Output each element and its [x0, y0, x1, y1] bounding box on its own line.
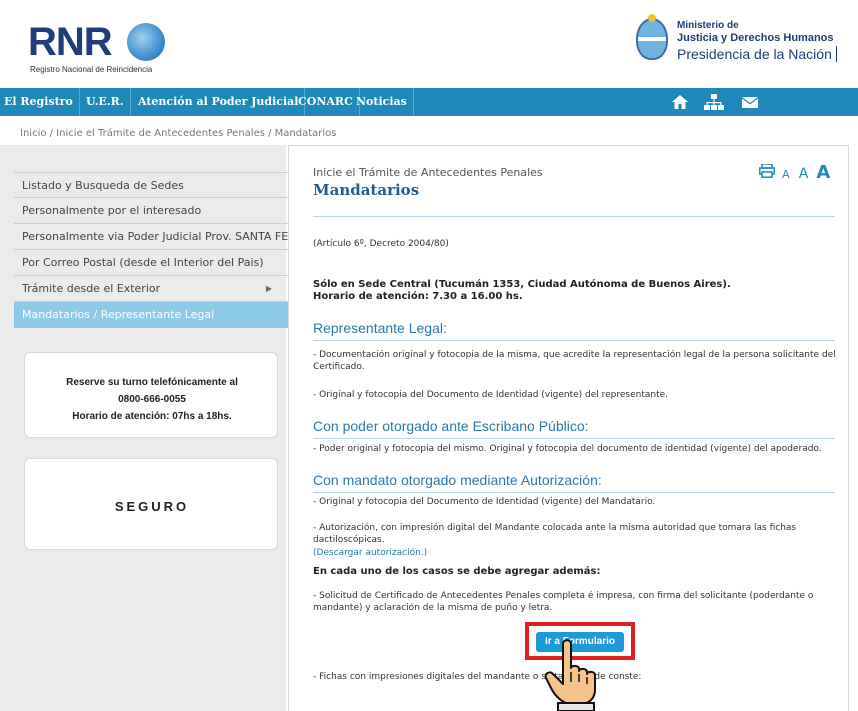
- divider: [313, 216, 835, 217]
- divider: [313, 340, 835, 341]
- mail-icon[interactable]: [741, 93, 759, 111]
- sitemap-icon[interactable]: [704, 93, 724, 111]
- fingerprint-icon: [127, 23, 165, 61]
- content-panel: Inicie el Trámite de Antecedentes Penale…: [288, 145, 849, 711]
- ministry-line2: Justicia y Derechos Humanos: [677, 32, 834, 44]
- ministry-logo[interactable]: Ministerio de Justicia y Derechos Humano…: [636, 14, 850, 76]
- phone-number[interactable]: 0800-666-0055: [25, 394, 279, 405]
- phone-line1: Reserve su turno telefónicamente al: [66, 377, 238, 388]
- sidebar-item-exterior[interactable]: Trámite desde el Exterior ▶: [14, 276, 288, 302]
- chevron-right-icon: ▶: [265, 284, 272, 293]
- font-medium-button[interactable]: A: [799, 166, 809, 182]
- request-paragraph: - Solicitud de Certificado de Antecedent…: [313, 591, 814, 613]
- logo-subtitle: Registro Nacional de Reincidencia: [30, 65, 153, 74]
- home-icon[interactable]: [671, 93, 689, 111]
- font-large-button[interactable]: A: [816, 162, 830, 183]
- sidebar-item-santa-fe[interactable]: Personalmente via Poder Judicial Prov. S…: [14, 224, 288, 250]
- article-text: (Artículo 6º, Decreto 2004/80): [313, 239, 449, 249]
- download-authorization-link[interactable]: (Descargar autorización.): [313, 547, 848, 559]
- sec2-paragraph1: - Poder original y fotocopia del mismo. …: [313, 444, 822, 454]
- section-title-poder: Con poder otorgado ante Escribano Públic…: [313, 418, 589, 434]
- site-header: RNR Registro Nacional de Reincidencia Mi…: [0, 0, 858, 88]
- sidebar-item-mandatarios[interactable]: Mandatarios / Representante Legal: [14, 302, 288, 328]
- main-content: Inicie el Trámite de Antecedentes Penale…: [288, 145, 858, 711]
- phone-hours: Horario de atención: 07hs a 18hs.: [72, 411, 232, 422]
- page-subtitle: Inicie el Trámite de Antecedentes Penale…: [313, 166, 543, 179]
- nav-el-registro[interactable]: El Registro: [0, 88, 80, 116]
- sec3-paragraph1: - Original y fotocopia del Documento de …: [313, 497, 656, 507]
- nav-uer[interactable]: U.E.R.: [80, 88, 131, 116]
- sidebar-item-personalmente[interactable]: Personalmente por el interesado: [14, 198, 288, 224]
- logo-text: RNR: [28, 20, 113, 64]
- ministry-text: Ministerio de Justicia y Derechos Humano…: [677, 20, 837, 62]
- section-title-mandato: Con mandato otorgado mediante Autorizaci…: [313, 472, 602, 488]
- rnr-logo[interactable]: RNR Registro Nacional de Reincidencia: [28, 20, 188, 80]
- ministry-line1: Ministerio de: [677, 20, 739, 31]
- hand-pointer-icon: [541, 638, 611, 711]
- ministry-line3: Presidencia de la Nación: [677, 46, 837, 62]
- all-cases-heading: En cada uno de los casos se debe agregar…: [313, 566, 601, 577]
- phone-appointment-box: Reserve su turno telefónicamente al 0800…: [24, 352, 278, 438]
- sidebar-item-correo-postal[interactable]: Por Correo Postal (desde el Interior del…: [14, 250, 288, 276]
- print-icon[interactable]: [759, 163, 775, 182]
- divider: [313, 438, 835, 439]
- sec1-paragraph1: - Documentación original y fotocopia de …: [313, 350, 836, 372]
- main-nav: El Registro U.E.R. Atención al Poder Jud…: [0, 88, 858, 116]
- text-tools: A A A: [759, 162, 830, 183]
- sec3-paragraph2: - Autorización, con impresión digital de…: [313, 523, 797, 545]
- nav-noticias[interactable]: Noticias: [350, 88, 414, 116]
- section-title-representante: Representante Legal:: [313, 320, 447, 336]
- breadcrumb[interactable]: Inicio / Inicie el Trámite de Antecedent…: [20, 128, 337, 139]
- location-line2: Horario de atención: 7.30 a 16.00 hs.: [313, 291, 523, 302]
- sec1-paragraph2: - Original y fotocopia del Documento de …: [313, 390, 669, 400]
- nav-poder-judicial[interactable]: Atención al Poder Judicial: [132, 88, 306, 116]
- seguro-box[interactable]: SEGURO: [24, 458, 278, 550]
- location-line1: Sólo en Sede Central (Tucumán 1353, Ciud…: [313, 279, 731, 290]
- seguro-label: SEGURO: [114, 499, 190, 514]
- divider: [313, 492, 835, 493]
- sidebar-item-label: Trámite desde el Exterior: [22, 282, 161, 295]
- sidebar-item-sedes[interactable]: Listado y Busqueda de Sedes: [14, 172, 288, 198]
- font-small-button[interactable]: A: [782, 168, 790, 181]
- national-seal-icon: [636, 14, 668, 60]
- page-title: Mandatarios: [313, 181, 420, 199]
